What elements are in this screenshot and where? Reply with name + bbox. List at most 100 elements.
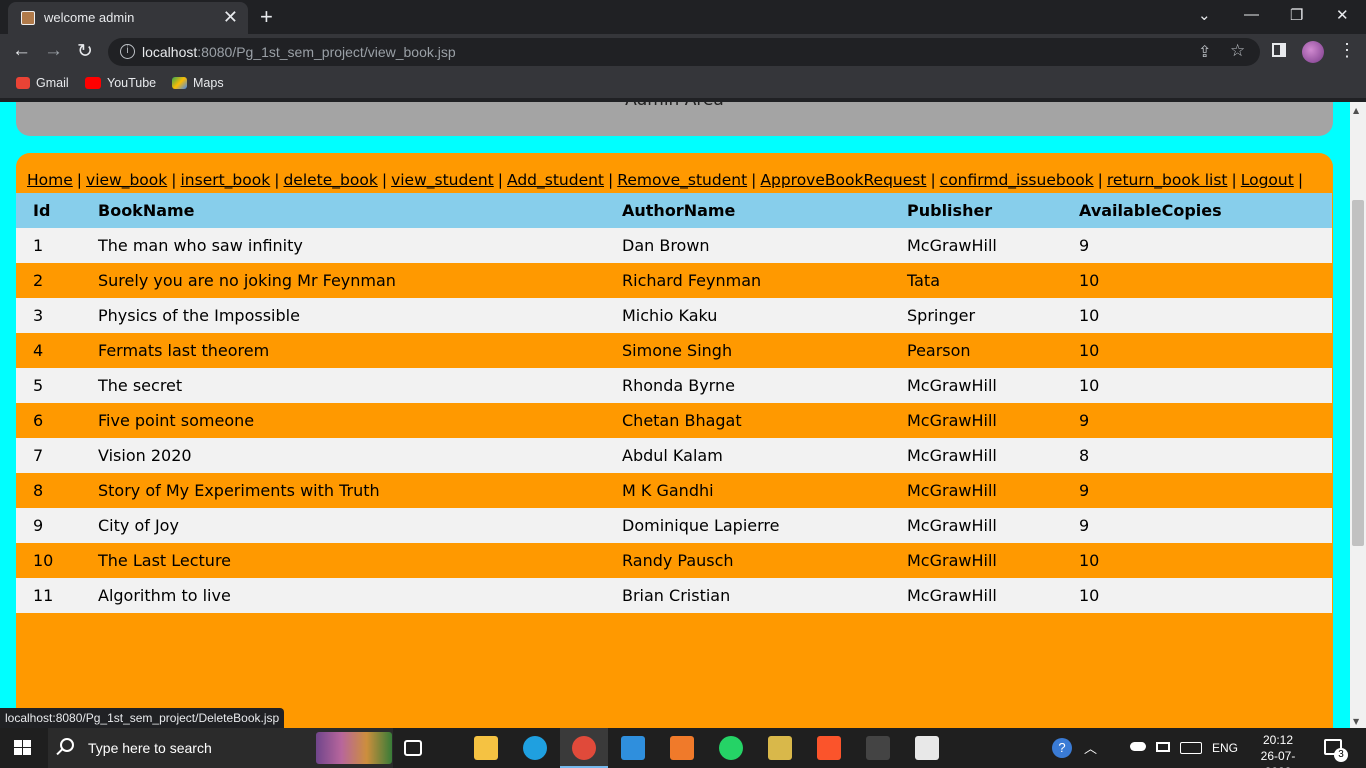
bookmark-star-icon[interactable]: ☆ (1230, 41, 1245, 61)
input-language[interactable]: ENG (1212, 741, 1238, 755)
cell-bookname: Surely you are no joking Mr Feynman (98, 263, 622, 298)
table-row: 4 Fermats last theorem Simone Singh Pearson… (16, 333, 1332, 368)
table-row: 1 The man who saw infinity Dan Brown McGraw… (16, 228, 1332, 263)
cell-publisher: McGrawHill (907, 228, 1079, 263)
page-favicon-icon (21, 11, 35, 25)
new-tab-icon[interactable]: + (260, 4, 273, 30)
cell-id: 2 (16, 263, 98, 298)
tomcat-icon[interactable] (768, 736, 792, 760)
nav-remove-student[interactable]: Remove_student (617, 171, 747, 189)
network-icon[interactable] (1156, 742, 1170, 752)
cell-publisher: McGrawHill (907, 438, 1079, 473)
browser-tab[interactable]: welcome admin ✕ (8, 2, 248, 34)
help-icon[interactable]: ? (1052, 738, 1072, 758)
clock-time: 20:12 (1262, 733, 1294, 747)
windows-taskbar: Type here to search ? ︿ ENG 20:12 26-07-… (0, 728, 1366, 768)
nav-view-book[interactable]: view_book (86, 171, 167, 189)
file-explorer-icon[interactable] (474, 736, 498, 760)
link-status-bar: localhost:8080/Pg_1st_sem_project/Delete… (0, 708, 285, 728)
tab-title: welcome admin (44, 10, 135, 25)
cell-authorname: Simone Singh (622, 333, 907, 368)
restore-icon[interactable]: ❐ (1290, 6, 1303, 24)
terminal-icon[interactable] (866, 736, 890, 760)
cell-authorname: M K Gandhi (622, 473, 907, 508)
page-scrollbar[interactable]: ▲ ▼ (1350, 102, 1366, 728)
nav-add-student[interactable]: Add_student (507, 171, 604, 189)
tab-close-icon[interactable]: ✕ (223, 7, 238, 28)
maps-icon (172, 77, 187, 89)
cell-publisher: McGrawHill (907, 508, 1079, 543)
cell-bookname: The man who saw infinity (98, 228, 622, 263)
books-table: Id BookName AuthorName Publisher Availab… (16, 193, 1332, 613)
back-icon[interactable]: ← (12, 40, 31, 62)
reload-icon[interactable]: ↻ (77, 40, 93, 63)
tray-overflow-chevron-icon[interactable]: ︿ (1084, 738, 1097, 757)
nav-approve-book-request[interactable]: ApproveBookRequest (760, 171, 926, 189)
site-info-icon[interactable]: i (120, 44, 135, 59)
nav-view-student[interactable]: view_student (391, 171, 494, 189)
cell-id: 1 (16, 228, 98, 263)
minimize-icon[interactable]: — (1244, 6, 1259, 23)
taskbar-search-box[interactable]: Type here to search (48, 728, 393, 768)
nav-home[interactable]: Home (27, 171, 73, 189)
cell-authorname: Dominique Lapierre (622, 508, 907, 543)
cell-bookname: The Last Lecture (98, 543, 622, 578)
keyboard-icon[interactable] (1180, 742, 1202, 754)
address-bar[interactable]: i localhost:8080/Pg_1st_sem_project/view… (108, 38, 1260, 66)
column-header-publisher: Publisher (907, 193, 1079, 228)
share-icon[interactable]: ⇪ (1198, 42, 1211, 62)
forward-icon[interactable]: → (44, 40, 63, 62)
nav-return-book-list[interactable]: return_book list (1107, 171, 1228, 189)
side-panel-icon[interactable] (1272, 43, 1286, 57)
nav-delete-book[interactable]: delete_book (283, 171, 377, 189)
brave-icon[interactable] (817, 736, 841, 760)
windows-start-icon[interactable] (14, 740, 32, 756)
scroll-up-arrow-icon[interactable]: ▲ (1353, 106, 1359, 115)
cell-availablecopies: 10 (1079, 333, 1332, 368)
cell-publisher: McGrawHill (907, 578, 1079, 613)
scroll-down-arrow-icon[interactable]: ▼ (1353, 717, 1359, 726)
cell-bookname: Story of My Experiments with Truth (98, 473, 622, 508)
vscode-icon[interactable] (621, 736, 645, 760)
bookmarks-bar: Gmail YouTube Maps (0, 70, 1366, 98)
edge-icon[interactable] (523, 736, 547, 760)
cell-availablecopies: 10 (1079, 368, 1332, 403)
cell-id: 11 (16, 578, 98, 613)
cell-authorname: Dan Brown (622, 228, 907, 263)
browser-toolbar: ← → ↻ i localhost:8080/Pg_1st_sem_projec… (0, 34, 1366, 70)
cell-id: 5 (16, 368, 98, 403)
cell-id: 9 (16, 508, 98, 543)
cell-availablecopies: 9 (1079, 228, 1332, 263)
onedrive-icon[interactable] (1130, 742, 1146, 751)
url-text[interactable]: localhost:8080/Pg_1st_sem_project/view_b… (142, 44, 456, 60)
cell-bookname: Five point someone (98, 403, 622, 438)
page-viewport: Admin Area Home|view_book|insert_book|de… (0, 102, 1350, 728)
bookmark-gmail[interactable]: Gmail (16, 76, 69, 90)
cell-bookname: Fermats last theorem (98, 333, 622, 368)
browser-menu-icon[interactable]: ⋮ (1338, 40, 1356, 61)
tab-search-icon[interactable]: ⌄ (1198, 6, 1211, 24)
whatsapp-icon[interactable] (719, 736, 743, 760)
cell-publisher: McGrawHill (907, 473, 1079, 508)
nav-confirmd-issuebook[interactable]: confirmd_issuebook (940, 171, 1094, 189)
scrollbar-thumb[interactable] (1352, 200, 1364, 546)
bookmark-maps[interactable]: Maps (172, 76, 224, 90)
task-view-icon[interactable] (404, 740, 422, 756)
nav-insert-book[interactable]: insert_book (180, 171, 270, 189)
cell-authorname: Brian Cristian (622, 578, 907, 613)
java-icon[interactable] (915, 736, 939, 760)
eclipse-icon[interactable] (670, 736, 694, 760)
cell-bookname: Physics of the Impossible (98, 298, 622, 333)
table-row: 8 Story of My Experiments with Truth M K G… (16, 473, 1332, 508)
close-window-icon[interactable]: ✕ (1336, 6, 1349, 24)
cell-availablecopies: 10 (1079, 578, 1332, 613)
header-title: Admin Area (16, 102, 1333, 110)
nav-logout[interactable]: Logout (1241, 171, 1294, 189)
chrome-icon[interactable] (572, 736, 596, 760)
bookmark-youtube[interactable]: YouTube (85, 76, 156, 90)
cell-publisher: Pearson (907, 333, 1079, 368)
cell-id: 4 (16, 333, 98, 368)
cell-authorname: Richard Feynman (622, 263, 907, 298)
clock[interactable]: 20:12 26-07-2022 (1248, 732, 1308, 768)
profile-avatar[interactable] (1302, 41, 1324, 63)
